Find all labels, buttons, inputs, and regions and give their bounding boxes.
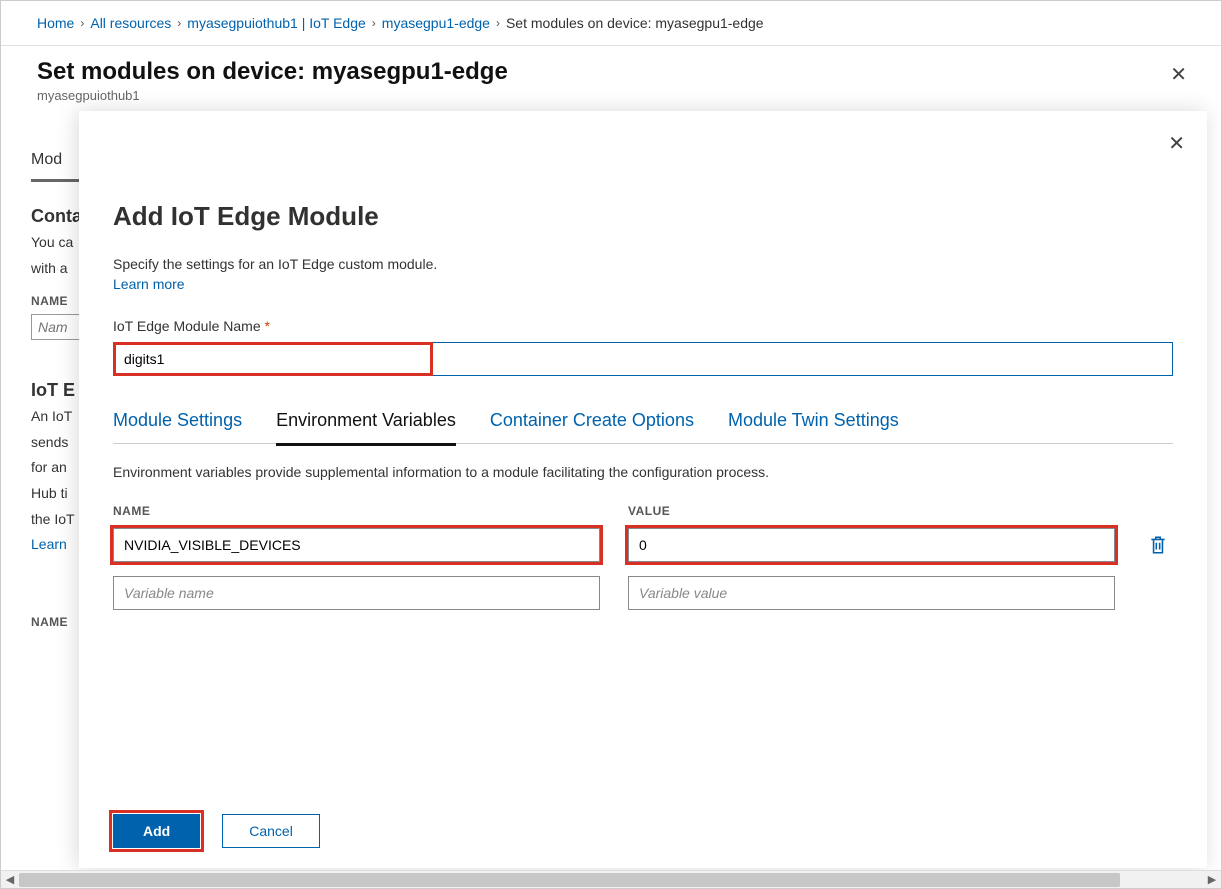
env-name-input-empty[interactable] xyxy=(113,576,600,610)
breadcrumb-home[interactable]: Home xyxy=(37,15,74,31)
env-row xyxy=(113,528,1173,562)
env-header-value: VALUE xyxy=(628,504,1115,518)
horizontal-scrollbar[interactable]: ◀ ▶ xyxy=(1,870,1221,888)
trash-icon[interactable] xyxy=(1149,535,1167,555)
required-indicator: * xyxy=(265,318,270,334)
bg-learn-link[interactable]: Learn xyxy=(31,535,86,555)
add-button[interactable]: Add xyxy=(113,814,200,848)
breadcrumb: Home › All resources › myasegpuiothub1 |… xyxy=(1,1,1221,46)
cancel-button[interactable]: Cancel xyxy=(222,814,320,848)
chevron-right-icon: › xyxy=(372,16,376,30)
bg-tab-modules[interactable]: Mod xyxy=(31,141,86,182)
chevron-right-icon: › xyxy=(177,16,181,30)
tab-environment-variables[interactable]: Environment Variables xyxy=(276,410,456,431)
module-tabs: Module Settings Environment Variables Co… xyxy=(113,410,1173,444)
chevron-right-icon: › xyxy=(496,16,500,30)
module-name-input[interactable] xyxy=(113,342,1173,376)
page-subtitle: myasegpuiothub1 xyxy=(37,88,1185,103)
scroll-track[interactable] xyxy=(19,871,1203,888)
bg-label-name: NAME xyxy=(31,294,86,308)
breadcrumb-all-resources[interactable]: All resources xyxy=(90,15,171,31)
bg-text: the IoT xyxy=(31,510,86,530)
chevron-right-icon: › xyxy=(80,16,84,30)
tab-module-settings[interactable]: Module Settings xyxy=(113,410,242,431)
add-module-panel: ✕ Add IoT Edge Module Specify the settin… xyxy=(79,111,1207,868)
bg-input-name[interactable] xyxy=(31,314,86,340)
tab-container-create-options[interactable]: Container Create Options xyxy=(490,410,694,431)
env-value-input-empty[interactable] xyxy=(628,576,1115,610)
bg-text: with a xyxy=(31,259,86,279)
bg-text: for an xyxy=(31,458,86,478)
page-header: Set modules on device: myasegpu1-edge my… xyxy=(1,46,1221,107)
breadcrumb-iothub[interactable]: myasegpuiothub1 | IoT Edge xyxy=(187,15,366,31)
bg-section-iotedge: IoT E xyxy=(31,380,86,401)
env-value-input[interactable] xyxy=(628,528,1115,562)
scroll-thumb[interactable] xyxy=(19,873,1120,887)
background-partial: Mod Conta You ca with a NAME IoT E An Io… xyxy=(31,141,86,629)
learn-more-link[interactable]: Learn more xyxy=(113,276,1173,292)
scroll-right-icon[interactable]: ▶ xyxy=(1203,871,1221,889)
bg-text: An IoT xyxy=(31,407,86,427)
env-description: Environment variables provide supplement… xyxy=(113,464,1173,480)
close-icon[interactable]: ✕ xyxy=(1170,62,1187,87)
panel-title: Add IoT Edge Module xyxy=(113,201,1173,232)
scroll-left-icon[interactable]: ◀ xyxy=(1,871,19,889)
close-icon[interactable]: ✕ xyxy=(1168,131,1185,156)
bg-text: Hub ti xyxy=(31,484,86,504)
breadcrumb-current: Set modules on device: myasegpu1-edge xyxy=(506,15,764,31)
panel-description: Specify the settings for an IoT Edge cus… xyxy=(113,256,1173,272)
bg-label-name2: NAME xyxy=(31,615,86,629)
env-name-input[interactable] xyxy=(113,528,600,562)
env-header-name: NAME xyxy=(113,504,600,518)
page-title: Set modules on device: myasegpu1-edge xyxy=(37,58,1185,86)
bg-section-container: Conta xyxy=(31,206,86,227)
tab-module-twin-settings[interactable]: Module Twin Settings xyxy=(728,410,899,431)
env-variables-table: NAME VALUE xyxy=(113,504,1173,624)
bg-text: You ca xyxy=(31,233,86,253)
module-name-label: IoT Edge Module Name * xyxy=(113,318,1173,334)
bg-text: sends xyxy=(31,433,86,453)
breadcrumb-device[interactable]: myasegpu1-edge xyxy=(382,15,490,31)
env-row-empty xyxy=(113,576,1173,610)
panel-footer: Add Cancel xyxy=(113,814,1173,848)
